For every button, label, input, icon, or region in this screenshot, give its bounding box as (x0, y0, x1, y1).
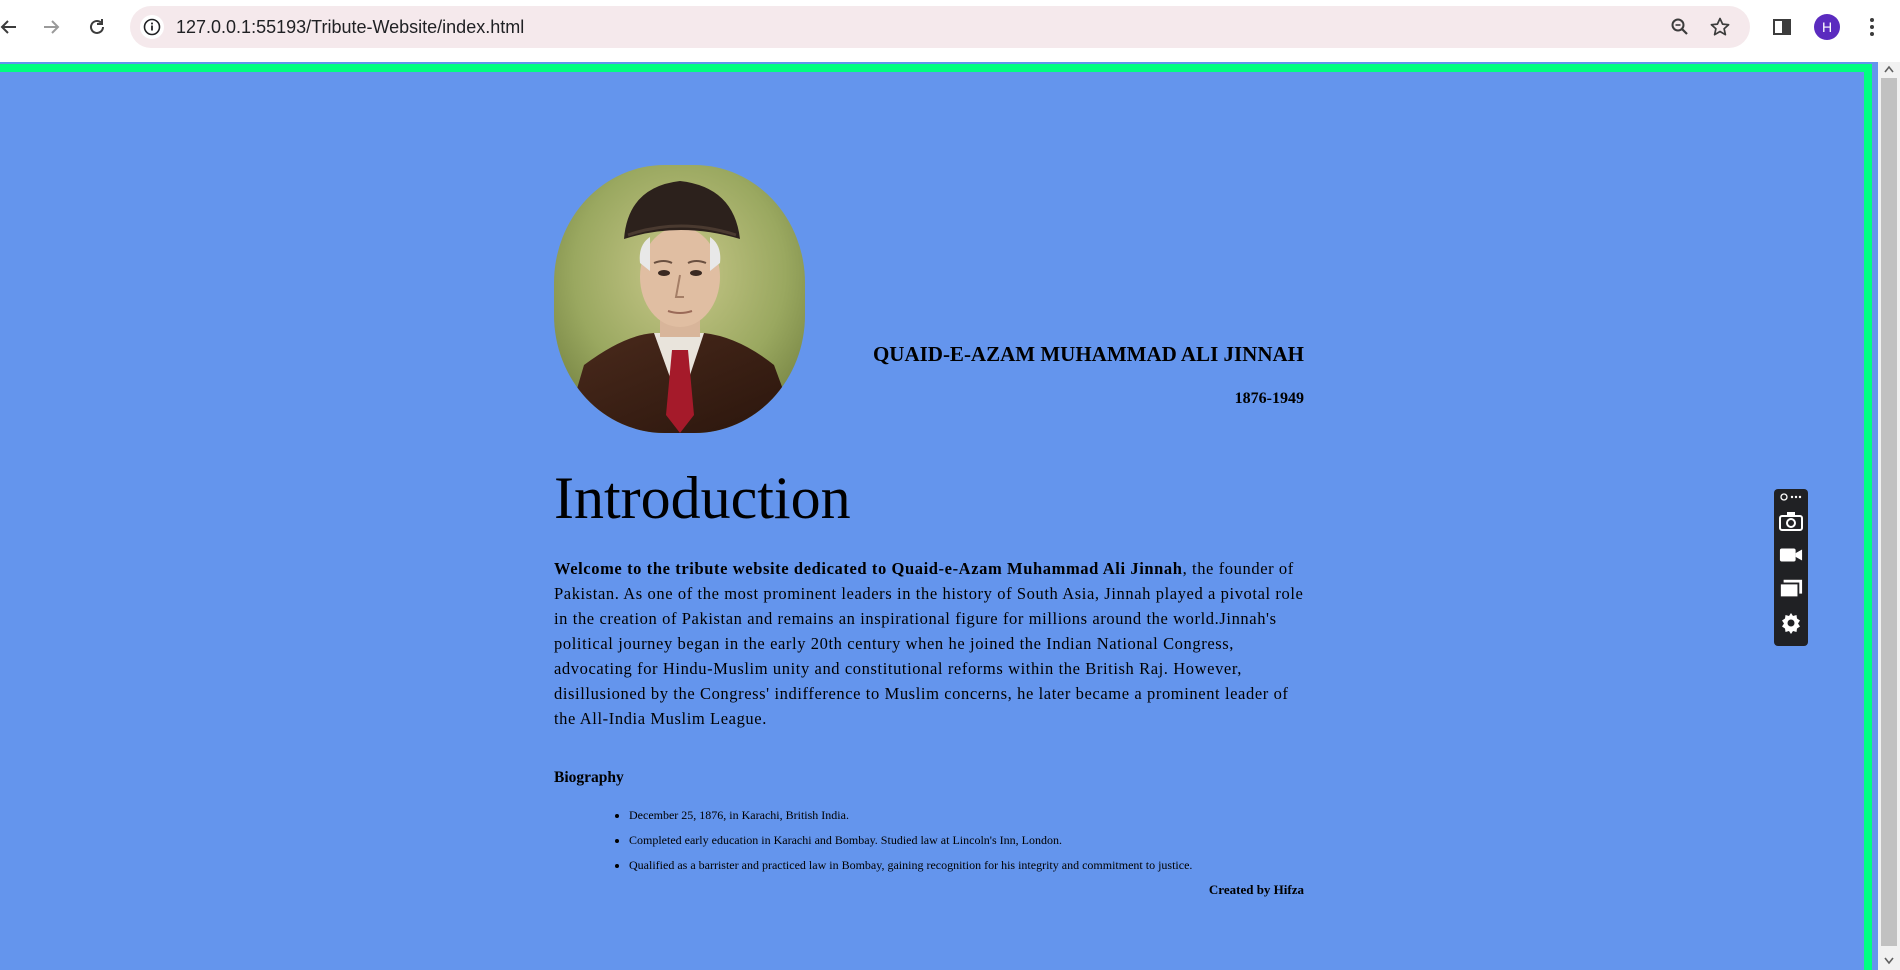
kebab-menu-icon[interactable] (1858, 13, 1886, 41)
camera-icon[interactable] (1779, 509, 1803, 533)
address-bar[interactable]: 127.0.0.1:55193/Tribute-Website/index.ht… (130, 6, 1750, 48)
browser-toolbar: 127.0.0.1:55193/Tribute-Website/index.ht… (0, 0, 1900, 62)
list-item: Qualified as a barrister and practiced l… (629, 856, 1192, 881)
url-text[interactable]: 127.0.0.1:55193/Tribute-Website/index.ht… (176, 6, 524, 48)
introduction-paragraph: Welcome to the tribute website dedicated… (554, 556, 1304, 731)
scroll-up-arrow-icon[interactable] (1883, 64, 1895, 74)
forward-icon[interactable] (36, 12, 66, 42)
profile-avatar[interactable]: H (1814, 14, 1840, 40)
tribute-page: QUAID-E-AZAM MUHAMMAD ALI JINNAH 1876-19… (0, 72, 1864, 970)
bookmark-star-icon[interactable] (1708, 15, 1732, 39)
page-title: QUAID-E-AZAM MUHAMMAD ALI JINNAH (872, 342, 1304, 366)
page-scrollbar[interactable] (1878, 62, 1900, 970)
life-years: 1876-1949 (1234, 390, 1304, 407)
window-capture-icon[interactable] (1779, 577, 1803, 601)
back-icon[interactable] (0, 12, 24, 42)
introduction-body: , the founder of Pakistan. As one of the… (554, 559, 1304, 728)
introduction-lead: Welcome to the tribute website dedicated… (554, 559, 1183, 578)
zoom-icon[interactable] (1668, 15, 1692, 39)
list-item: Completed early education in Karachi and… (629, 831, 1192, 856)
scroll-down-arrow-icon[interactable] (1883, 956, 1895, 966)
site-info-icon[interactable] (140, 15, 164, 39)
list-item: December 25, 1876, in Karachi, British I… (629, 806, 1192, 831)
page-viewport: QUAID-E-AZAM MUHAMMAD ALI JINNAH 1876-19… (0, 62, 1878, 970)
biography-list: December 25, 1876, in Karachi, British I… (629, 806, 1192, 881)
more-icon[interactable] (1779, 489, 1803, 505)
side-panel-icon[interactable] (1768, 13, 1796, 41)
biography-heading: Biography (554, 769, 624, 786)
jinnah-portrait-image (554, 165, 805, 433)
introduction-heading: Introduction (554, 465, 851, 531)
reload-icon[interactable] (82, 12, 112, 42)
footer-credit: Created by Hifza (1208, 882, 1304, 897)
page-right-border (1864, 64, 1872, 970)
capture-toolbar (1774, 489, 1808, 646)
scrollbar-thumb[interactable] (1881, 78, 1897, 946)
settings-gear-icon[interactable] (1779, 611, 1803, 635)
page-top-border (0, 64, 1870, 72)
video-camera-icon[interactable] (1779, 543, 1803, 567)
